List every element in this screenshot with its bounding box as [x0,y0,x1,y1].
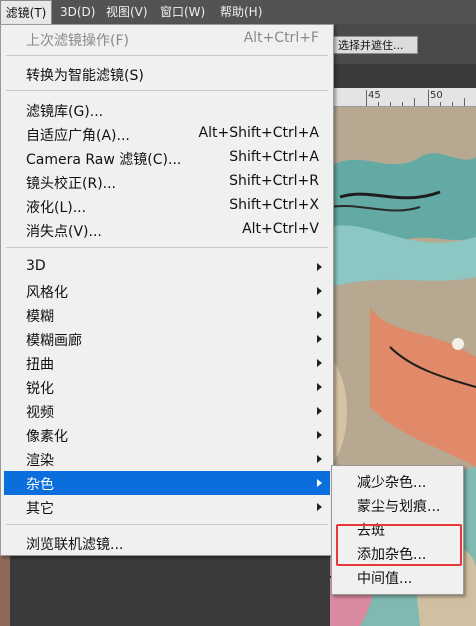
menu-help[interactable]: 帮助(H) [220,0,262,24]
menu-item-browse-online[interactable]: 浏览联机滤镜... [4,531,330,555]
annotation-highlight-box [336,524,462,566]
submenu-arrow-icon [317,431,322,439]
submenu-arrow-icon [317,263,322,271]
submenu-arrow-icon [317,407,322,415]
menu-item-sharpen[interactable]: 锐化 [4,375,330,399]
submenu-arrow-icon [317,479,322,487]
horizontal-ruler: 45 50 [330,88,476,107]
submenu-arrow-icon [317,335,322,343]
submenu-item-reduce-noise[interactable]: 减少杂色... [335,469,460,493]
submenu-arrow-icon [317,455,322,463]
menu-item-lens-correction[interactable]: 镜头校正(R)... Shift+Ctrl+R [4,170,330,194]
menu-item-last-filter[interactable]: 上次滤镜操作(F) Alt+Ctrl+F [4,27,330,51]
menu-separator [6,247,328,248]
menu-window[interactable]: 窗口(W) [160,0,205,24]
menu-item-vanishing-point[interactable]: 消失点(V)... Alt+Ctrl+V [4,218,330,242]
submenu-item-median[interactable]: 中间值... [335,565,460,589]
menu-item-blur-gallery[interactable]: 模糊画廊 [4,327,330,351]
menu-view[interactable]: 视图(V) [106,0,148,24]
menu-item-noise[interactable]: 杂色 [4,471,330,495]
submenu-arrow-icon [317,311,322,319]
select-and-mask-button[interactable]: 选择并遮住... [332,36,418,54]
menu-item-render[interactable]: 渲染 [4,447,330,471]
menu-separator [6,55,328,56]
menu-item-stylize[interactable]: 风格化 [4,279,330,303]
ruler-label: 50 [430,90,443,101]
menu-separator [6,524,328,525]
menu-3d[interactable]: 3D(D) [60,0,95,24]
menu-item-distort[interactable]: 扭曲 [4,351,330,375]
ruler-label: 45 [368,90,381,101]
menu-separator [6,90,328,91]
submenu-arrow-icon [317,503,322,511]
menu-item-3d[interactable]: 3D [4,255,330,279]
menu-item-convert-smart-filter[interactable]: 转换为智能滤镜(S) [4,62,330,86]
menu-item-adaptive-wide-angle[interactable]: 自适应广角(A)... Alt+Shift+Ctrl+A [4,122,330,146]
filter-menu: 上次滤镜操作(F) Alt+Ctrl+F 转换为智能滤镜(S) 滤镜库(G)..… [0,24,334,556]
menu-item-camera-raw[interactable]: Camera Raw 滤镜(C)... Shift+Ctrl+A [4,146,330,170]
menu-item-filter-gallery[interactable]: 滤镜库(G)... [4,98,330,122]
menu-item-blur[interactable]: 模糊 [4,303,330,327]
menu-filter[interactable]: 滤镜(T) [0,0,52,24]
menu-item-liquify[interactable]: 液化(L)... Shift+Ctrl+X [4,194,330,218]
menu-item-pixelate[interactable]: 像素化 [4,423,330,447]
submenu-arrow-icon [317,287,322,295]
submenu-arrow-icon [317,359,322,367]
submenu-arrow-icon [317,383,322,391]
menu-bar: 滤镜(T) 3D(D) 视图(V) 窗口(W) 帮助(H) [0,0,476,24]
menu-item-video[interactable]: 视频 [4,399,330,423]
menu-item-other[interactable]: 其它 [4,495,330,519]
submenu-item-dust-scratches[interactable]: 蒙尘与划痕... [335,493,460,517]
